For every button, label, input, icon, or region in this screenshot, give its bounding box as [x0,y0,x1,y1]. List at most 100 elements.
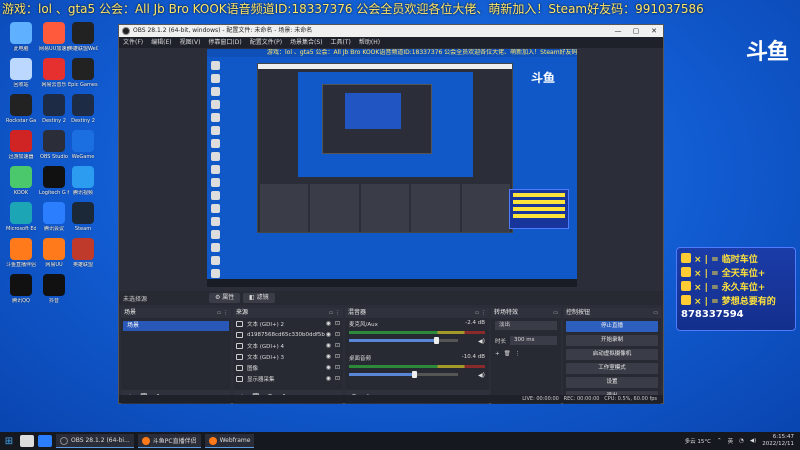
desktop-icon[interactable]: Destiny 2 [68,94,98,124]
dock-menu-icon[interactable]: ▭ ⋮ [475,308,486,318]
promo-icon [681,267,691,277]
lock-icon[interactable]: ⊡ [335,320,340,327]
obs-titlebar[interactable]: OBS 28.1.2 (64-bit, windows) - 配置文件: 未命名… [119,25,663,37]
source-item[interactable]: 文本 (GDI+) 2 ◉ ⊡ [233,318,343,329]
eye-icon[interactable]: ◉ [326,353,331,360]
task-view-icon[interactable] [20,435,34,447]
lock-icon[interactable]: ⊡ [335,364,340,371]
desktop-icon[interactable]: Destiny 2 [39,94,69,124]
desktop-icon[interactable]: 英雄联盟WeGame版 [68,22,98,52]
controls-title: 控制按钮 [566,309,591,316]
desktop-icon[interactable]: Logitech G HUB [39,166,69,196]
volume-icon[interactable]: ◀) [750,438,756,444]
transition-select[interactable]: 淡出 [495,321,557,330]
dock-menu-icon[interactable]: ▭ [553,308,558,318]
close-button[interactable]: ✕ [645,25,663,37]
more-icon[interactable]: ⋮ [515,351,521,357]
desktop-icon-label: Epic Games Launcher [68,82,98,88]
desktop-icon[interactable]: KOOK [6,166,36,196]
settings-button[interactable]: 设置 [566,377,658,388]
duration-input[interactable]: 300 ms [510,336,557,345]
desktop-icon[interactable]: Steam [68,202,98,232]
desktop-icon[interactable]: 腾讯视频 [68,166,98,196]
volume-slider[interactable] [349,337,458,344]
app-icon [10,94,32,116]
speaker-icon[interactable]: ◀) [478,372,485,379]
obs-preview[interactable]: 游戏：lol 、gta5 公会：All Jb Bro KOOK语音频道ID:18… [207,49,577,287]
desktop-icon[interactable]: WeGame [68,130,98,160]
lock-icon[interactable]: ⊡ [335,353,340,360]
desktop-icon[interactable]: 网易UU [39,238,69,268]
tray-arrow-icon[interactable]: ⌃ [717,438,722,444]
menu-profile[interactable]: 配置文件(P) [250,37,282,48]
desktop-icon[interactable]: Epic Games Launcher [68,58,98,88]
desktop-icon[interactable]: 抖音 [39,274,69,304]
taskbar-app[interactable]: OBS 28.1.2 (64-bi... [56,434,134,448]
clock[interactable]: 6:15:47 2022/12/11 [762,434,794,448]
desktop-icon[interactable]: Rockstar Games [6,94,36,124]
source-item[interactable]: 文本 (GDI+) 4 ◉ ⊡ [233,340,343,351]
menu-edit[interactable]: 编辑(E) [151,37,171,48]
maximize-button[interactable]: ▢ [627,25,645,37]
app-icon [43,58,65,80]
menu-docks[interactable]: 停靠窗口(D) [208,37,241,48]
network-icon[interactable]: ◔ [739,438,744,444]
source-item[interactable]: 图像 ◉ ⊡ [233,362,343,373]
clock-time: 6:15:47 [772,434,794,440]
desktop-icon[interactable]: 回收站 [6,58,36,88]
lock-icon[interactable]: ⊡ [335,342,340,349]
studio-mode-button[interactable]: 工作室模式 [566,363,658,374]
taskbar-pinned-icon[interactable] [38,435,52,447]
eye-icon[interactable]: ◉ [326,375,331,382]
scene-item[interactable]: 场景 [123,321,229,331]
lock-icon[interactable]: ⊡ [335,375,340,382]
filters-button[interactable]: ◧ 滤镜 [243,293,275,303]
menu-file[interactable]: 文件(F) [123,37,143,48]
desktop-icon[interactable]: 网易云音乐 [39,58,69,88]
dock-menu-icon[interactable]: ▭ [653,308,658,318]
weather-widget[interactable]: 多云 15°C [685,437,711,445]
menu-tools[interactable]: 工具(T) [331,37,351,48]
add-icon[interactable]: + [495,351,500,357]
volume-slider[interactable] [349,371,458,378]
desktop-icon[interactable]: 英雄联盟 [68,238,98,268]
menu-scene-collection[interactable]: 场景集合(S) [290,37,323,48]
taskbar-app[interactable]: Webframe [204,434,255,448]
app-icon [10,22,32,44]
desktop-icon[interactable]: 腾讯QQ [6,274,36,304]
source-item[interactable]: 文本 (GDI+) 3 ◉ ⊡ [233,351,343,362]
dock-menu-icon[interactable]: ▭ ⋮ [329,308,340,318]
menu-view[interactable]: 视图(V) [180,37,201,48]
eye-icon[interactable]: ◉ [326,364,331,371]
desktop-icon[interactable]: Microsoft Edge [6,202,36,232]
ime-indicator[interactable]: 英 [728,437,734,445]
start-recording-button[interactable]: 开始录制 [566,335,658,346]
source-item[interactable]: d1987568cd65c330b0ddf5b ◉ ⊡ [233,329,343,340]
desktop-icon[interactable]: OBS Studio [39,130,69,160]
dock-menu-icon[interactable]: ▭ ⋮ [217,308,228,318]
desktop-icon-label: Microsoft Edge [6,226,36,232]
source-item[interactable]: 显示器采集 ◉ ⊡ [233,373,343,384]
eye-icon[interactable]: ◉ [326,320,331,327]
desktop-icon[interactable]: 此电脑 [6,22,36,52]
menu-help[interactable]: 帮助(H) [359,37,380,48]
lock-icon[interactable]: ⊡ [335,331,340,338]
start-virtual-camera-button[interactable]: 启动虚拟摄像机 [566,349,658,360]
trash-icon[interactable]: 🗑 [504,351,511,357]
desktop-icon[interactable]: 网易UU加速器 [39,22,69,52]
level-meter [349,365,485,368]
desktop-icon[interactable]: 腾讯会议 [39,202,69,232]
app-icon [43,274,65,296]
preview-promo [509,189,569,229]
speaker-icon[interactable]: ◀) [478,338,485,345]
properties-button[interactable]: ⚙ 属性 [209,293,241,303]
eye-icon[interactable]: ◉ [326,342,331,349]
desktop-icon[interactable]: 斗鱼直播伴侣 [6,238,36,268]
taskbar-app[interactable]: 斗鱼PC直播伴侣 [137,434,201,448]
desktop-icon[interactable]: 迅游加速器 [6,130,36,160]
eye-icon[interactable]: ◉ [326,331,331,338]
minimize-button[interactable]: — [609,25,627,37]
desktop-icon-label: OBS Studio [40,154,68,160]
windows-start-icon[interactable]: ⊞ [0,432,18,450]
stop-streaming-button[interactable]: 停止直播 [566,321,658,332]
